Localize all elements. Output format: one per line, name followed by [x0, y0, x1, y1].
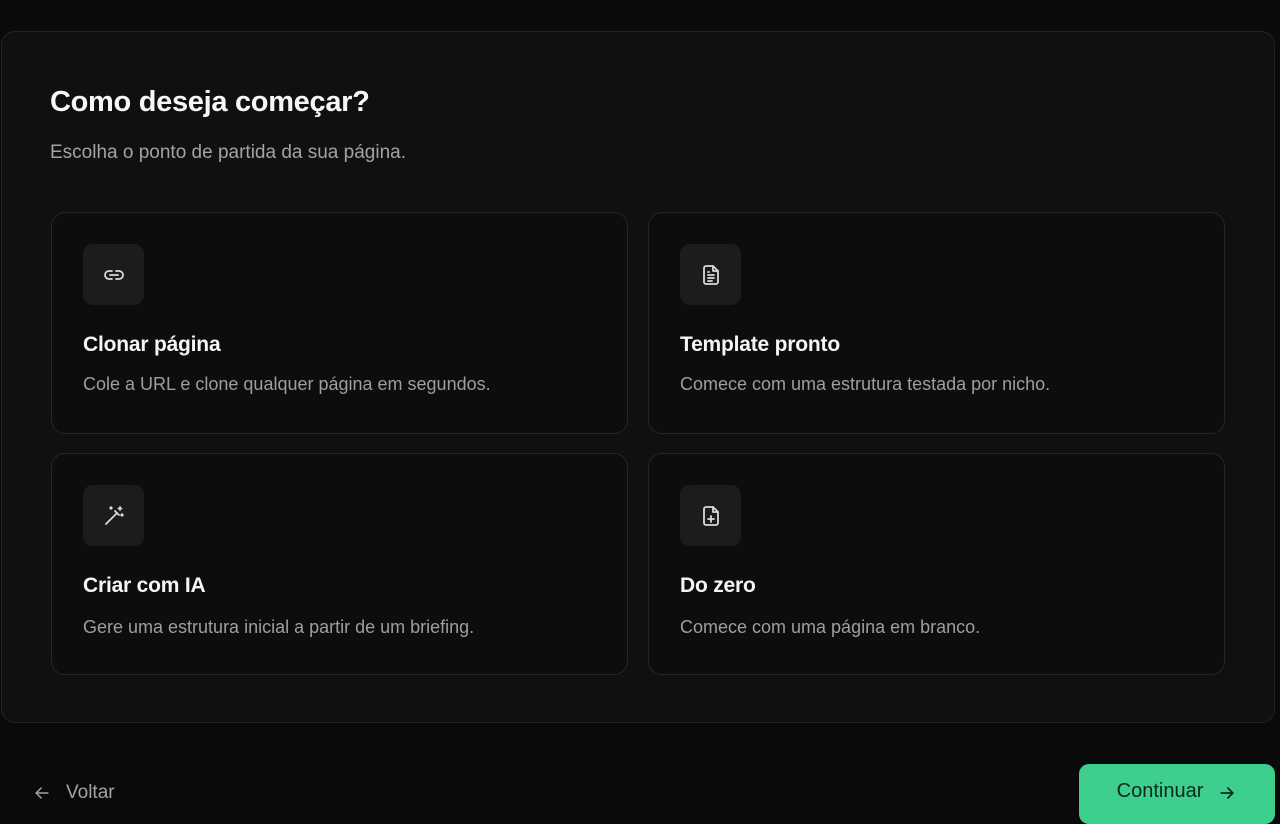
- option-description: Comece com uma página em branco.: [680, 617, 981, 637]
- option-card-ready-template[interactable]: Template pronto Comece com uma estrutura…: [648, 212, 1225, 434]
- document-icon: [680, 244, 741, 305]
- option-description: Cole a URL e clone qualquer página em se…: [83, 374, 491, 394]
- option-title: Clonar página: [83, 333, 221, 356]
- back-button[interactable]: Voltar: [32, 778, 115, 808]
- option-title: Do zero: [680, 574, 756, 597]
- option-description: Gere uma estrutura inicial a partir de u…: [83, 617, 475, 637]
- link-icon: [83, 244, 144, 305]
- option-title: Template pronto: [680, 333, 840, 356]
- page-title: Como deseja começar?: [50, 86, 370, 118]
- option-description: Comece com uma estrutura testada por nic…: [680, 374, 1051, 394]
- option-card-create-with-ai[interactable]: Criar com IA Gere uma estrutura inicial …: [51, 453, 628, 675]
- arrow-left-icon: [35, 787, 49, 799]
- continue-button[interactable]: Continuar: [1079, 764, 1275, 824]
- option-card-from-scratch[interactable]: Do zero Comece com uma página em branco.: [648, 453, 1225, 675]
- back-button-label: Voltar: [66, 782, 115, 803]
- magic-wand-icon: [83, 485, 144, 546]
- file-plus-icon: [680, 485, 741, 546]
- option-card-clone-page[interactable]: Clonar página Cole a URL e clone qualque…: [51, 212, 628, 434]
- page-subtitle: Escolha o ponto de partida da sua página…: [50, 142, 406, 163]
- arrow-right-icon: [1220, 787, 1235, 799]
- option-title: Criar com IA: [83, 574, 206, 597]
